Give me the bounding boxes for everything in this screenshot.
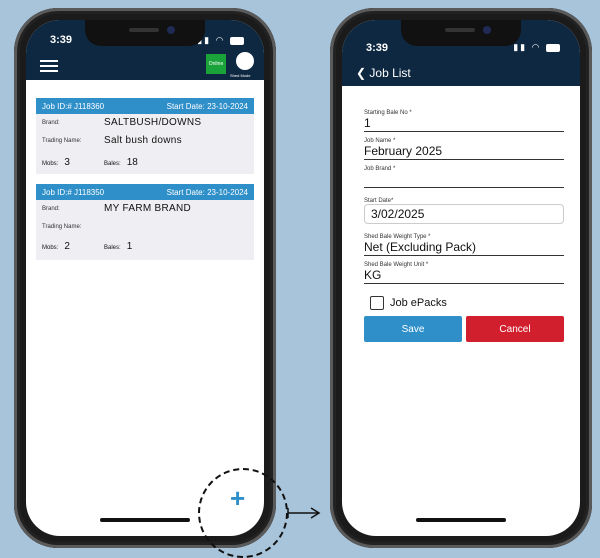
- job-card[interactable]: Job ID:# J118350 Start Date: 23-10-2024 …: [36, 184, 254, 260]
- trading-label: Trading Name:: [42, 138, 82, 144]
- shed-mode-label: Shed Mode: [230, 73, 251, 78]
- job-name-input[interactable]: February 2025: [364, 144, 564, 160]
- status-icons: ▮▮ ◠: [197, 35, 244, 46]
- weight-type-select[interactable]: Net (Excluding Pack): [364, 240, 564, 256]
- form-buttons: Save Cancel: [364, 316, 564, 342]
- job-form: Starting Bale No * 1 Job Name * February…: [364, 104, 564, 342]
- notch: [85, 20, 205, 46]
- brand-row: Brand: SALTBUSH/DOWNS: [42, 116, 248, 132]
- home-indicator: [416, 518, 506, 522]
- bales-count: Bales: 1: [104, 241, 133, 252]
- job-id: Job ID:# J118360: [42, 101, 105, 111]
- start-date: Start Date: 23-10-2024: [166, 101, 248, 111]
- start-date: Start Date: 23-10-2024: [166, 187, 248, 197]
- job-card-header: Job ID:# J118350 Start Date: 23-10-2024: [36, 184, 254, 200]
- mobs-count: Mobs: 3: [42, 157, 70, 168]
- counts-row: Mobs: 3 Bales: 18: [42, 154, 248, 170]
- starting-bale-input[interactable]: 1: [364, 116, 564, 132]
- weight-unit-select[interactable]: KG: [364, 268, 564, 284]
- new-job-screen: 3:39 ▮▮ ◠ ❮ Job List Starting Bale No * …: [342, 20, 580, 536]
- notch: [401, 20, 521, 46]
- epacks-label: Job ePacks: [390, 297, 447, 309]
- job-card-body: Brand: SALTBUSH/DOWNS Trading Name: Salt…: [36, 114, 254, 174]
- back-label: Job List: [369, 66, 411, 80]
- job-brand-input[interactable]: [364, 172, 564, 188]
- online-badge[interactable]: Online: [206, 54, 226, 74]
- status-time: 3:39: [366, 42, 389, 54]
- right-phone: 3:39 ▮▮ ◠ ❮ Job List Starting Bale No * …: [330, 8, 592, 548]
- trading-label: Trading Name:: [42, 224, 82, 230]
- save-button[interactable]: Save: [364, 316, 462, 342]
- brand-value: SALTBUSH/DOWNS: [104, 117, 202, 128]
- trading-value: Salt bush downs: [104, 135, 182, 146]
- trading-row: Trading Name: Salt bush downs: [42, 134, 248, 150]
- back-button[interactable]: ❮ Job List: [356, 66, 411, 80]
- counts-row: Mobs: 2 Bales: 1: [42, 238, 248, 254]
- start-date-input[interactable]: 3/02/2025: [364, 204, 564, 224]
- mobs-count: Mobs: 2: [42, 241, 70, 252]
- brand-label: Brand:: [42, 120, 60, 126]
- job-id: Job ID:# J118350: [42, 187, 105, 197]
- job-card-header: Job ID:# J118360 Start Date: 23-10-2024: [36, 98, 254, 114]
- battery-icon: [230, 36, 244, 45]
- brand-label: Brand:: [42, 206, 60, 212]
- job-list-screen: 3:39 ▮▮ ◠ Online Shed Mode Job ID:# J118…: [26, 20, 264, 536]
- status-time: 3:39: [50, 34, 73, 46]
- arrow-icon: [287, 507, 321, 519]
- brand-value: MY FARM BRAND: [104, 203, 192, 214]
- highlight-circle: [198, 468, 288, 558]
- brand-row: Brand: MY FARM BRAND: [42, 202, 248, 218]
- shed-mode-toggle[interactable]: [236, 52, 254, 70]
- battery-icon: [546, 43, 560, 52]
- home-indicator: [100, 518, 190, 522]
- menu-icon[interactable]: [40, 60, 58, 72]
- epacks-checkbox[interactable]: [370, 296, 384, 310]
- trading-row: Trading Name:: [42, 220, 248, 236]
- bales-count: Bales: 18: [104, 157, 138, 168]
- epacks-row[interactable]: Job ePacks: [364, 296, 564, 310]
- status-icons: ▮▮ ◠: [513, 42, 560, 53]
- job-card[interactable]: Job ID:# J118360 Start Date: 23-10-2024 …: [36, 98, 254, 174]
- left-phone: 3:39 ▮▮ ◠ Online Shed Mode Job ID:# J118…: [14, 8, 276, 548]
- chevron-left-icon: ❮: [356, 66, 367, 80]
- job-card-body: Brand: MY FARM BRAND Trading Name: Mobs:…: [36, 200, 254, 260]
- cancel-button[interactable]: Cancel: [466, 316, 564, 342]
